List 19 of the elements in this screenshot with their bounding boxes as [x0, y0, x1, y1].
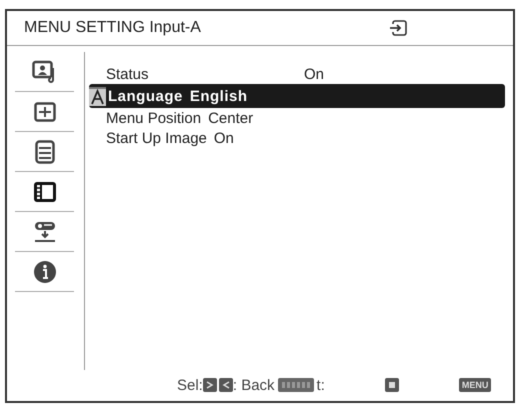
- info-icon[interactable]: [32, 260, 56, 284]
- key-icon: [278, 378, 314, 392]
- download-icon[interactable]: [32, 220, 56, 242]
- letter-a-icon: [89, 86, 106, 106]
- help-text: : Back: [232, 376, 275, 394]
- menu-key: MENU: [458, 378, 492, 392]
- arrow-keys-icon: [202, 378, 233, 392]
- panel-icon[interactable]: [34, 182, 56, 202]
- selected-menu-row[interactable]: Language English: [89, 84, 505, 108]
- help-text: Sel:: [177, 376, 203, 394]
- menu-row[interactable]: Start Up Image On: [89, 128, 505, 148]
- menu-row[interactable]: Status On: [89, 64, 505, 84]
- key-icon: [384, 378, 399, 392]
- grid-icon[interactable]: [34, 102, 56, 122]
- input-icon: [388, 20, 408, 36]
- window-title: MENU SETTING Input-A: [24, 19, 202, 37]
- help-text: t:: [316, 376, 325, 394]
- menu-row[interactable]: Menu Position Center: [89, 108, 505, 128]
- list-icon[interactable]: [34, 140, 54, 164]
